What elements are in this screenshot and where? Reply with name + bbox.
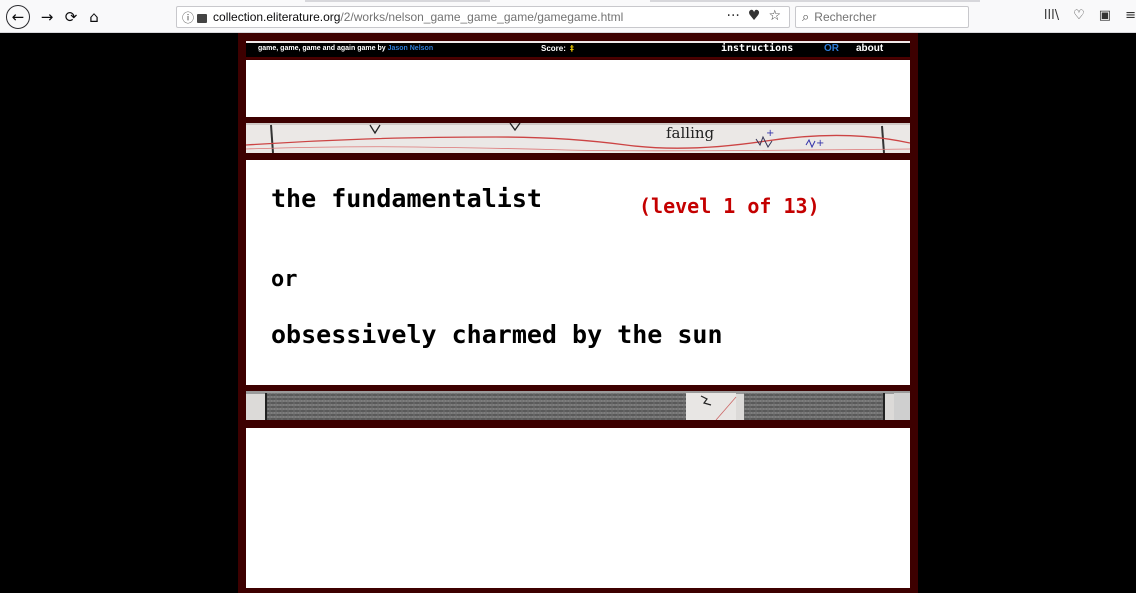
- top-blank-panel: [246, 60, 910, 117]
- author-link[interactable]: Jason Nelson: [388, 45, 434, 52]
- page-actions-icon[interactable]: ···: [727, 8, 740, 24]
- game-title-text: game, game, game and again game: [258, 45, 376, 52]
- level-subtitle: obsessively charmed by the sun: [271, 320, 723, 349]
- menu-icon[interactable]: ≡: [1125, 8, 1136, 23]
- search-bar[interactable]: ⌕ Rechercher: [795, 6, 969, 28]
- toolbar-right-icons: lll\ ♡ ▣ ≡: [1044, 8, 1136, 23]
- bookmark-star-icon[interactable]: ☆: [768, 8, 781, 24]
- score-display: Score: ‡: [541, 44, 574, 53]
- sketch-strip-bottom: [246, 391, 910, 420]
- about-link[interactable]: about: [856, 43, 883, 54]
- score-label: Score:: [541, 44, 566, 53]
- url-path: /2/works/nelson_game_game_game/gamegame.…: [340, 10, 624, 24]
- sketch-drawing: [246, 391, 910, 420]
- forward-icon[interactable]: →: [36, 6, 58, 28]
- shield-icon[interactable]: ♡: [1073, 8, 1085, 23]
- level-title: the fundamentalist: [271, 184, 542, 213]
- search-placeholder: Rechercher: [814, 10, 877, 24]
- url-text[interactable]: collection.eliterature.org/2/works/nelso…: [213, 10, 623, 24]
- sidebar-icon[interactable]: ▣: [1099, 8, 1111, 23]
- home-icon[interactable]: ⌂: [83, 6, 105, 28]
- level-indicator: (level 1 of 13): [639, 194, 820, 218]
- score-marker-icon: ‡: [569, 44, 574, 53]
- info-icon[interactable]: ⓘ: [182, 9, 194, 26]
- url-bar[interactable]: ⓘ collection.eliterature.org/2/works/nel…: [176, 6, 790, 28]
- sketch-falling-label: falling: [666, 124, 715, 142]
- url-actions: ··· ♥ ☆: [727, 8, 781, 24]
- browser-toolbar: ← → ⟳ ⌂ ⓘ collection.eliterature.org/2/w…: [0, 0, 1136, 33]
- reload-icon[interactable]: ⟳: [60, 6, 82, 28]
- url-domain: collection.eliterature.org: [213, 10, 341, 24]
- level-connector: or: [271, 267, 298, 292]
- game-header: game, game, game and again game by Jason…: [246, 41, 910, 59]
- tab-indicator: [305, 0, 490, 2]
- tab-indicator: [650, 0, 980, 2]
- back-icon[interactable]: ←: [6, 5, 30, 29]
- sketch-plus-mark: +: [816, 138, 824, 149]
- sketch-strip-top: falling + +: [246, 123, 910, 153]
- game-frame: game, game, game and again game by Jason…: [238, 33, 918, 593]
- lock-icon[interactable]: [197, 13, 208, 23]
- pocket-icon[interactable]: ♥: [748, 8, 761, 24]
- instructions-link[interactable]: instructions: [721, 43, 793, 54]
- sketch-plus-mark: +: [766, 128, 774, 139]
- or-separator: OR: [824, 43, 839, 54]
- level-intro-panel: the fundamentalist (level 1 of 13) or ob…: [246, 160, 910, 385]
- bottom-blank-panel: [246, 428, 910, 588]
- search-icon: ⌕: [802, 9, 810, 25]
- sketch-drawing: falling + +: [246, 123, 910, 153]
- game-title: game, game, game and again game by Jason…: [258, 45, 433, 52]
- library-icon[interactable]: lll\: [1044, 8, 1059, 23]
- game-by-text: by: [377, 45, 386, 52]
